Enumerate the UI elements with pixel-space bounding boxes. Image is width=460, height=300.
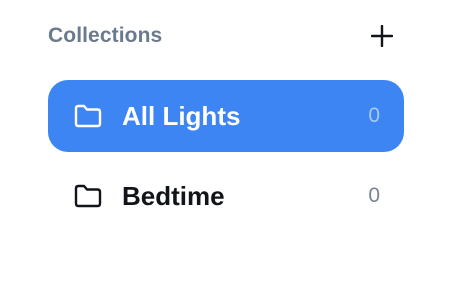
folder-icon: [72, 102, 104, 130]
collections-header: Collections: [48, 22, 400, 50]
plus-icon: [371, 25, 393, 47]
collection-item-count: 0: [368, 104, 380, 127]
collection-item-all-lights[interactable]: All Lights 0: [48, 80, 404, 152]
collections-title: Collections: [48, 24, 163, 47]
collection-item-count: 0: [368, 184, 380, 207]
add-collection-button[interactable]: [368, 22, 396, 50]
collections-list: All Lights 0 Bedtime 0: [48, 80, 404, 240]
folder-icon: [72, 182, 104, 210]
collection-item-bedtime[interactable]: Bedtime 0: [48, 160, 404, 232]
collections-panel: Collections All Lights 0 Bedtime 0: [0, 0, 460, 300]
collection-item-label: Bedtime: [122, 180, 225, 211]
collection-item-label: All Lights: [122, 100, 241, 131]
